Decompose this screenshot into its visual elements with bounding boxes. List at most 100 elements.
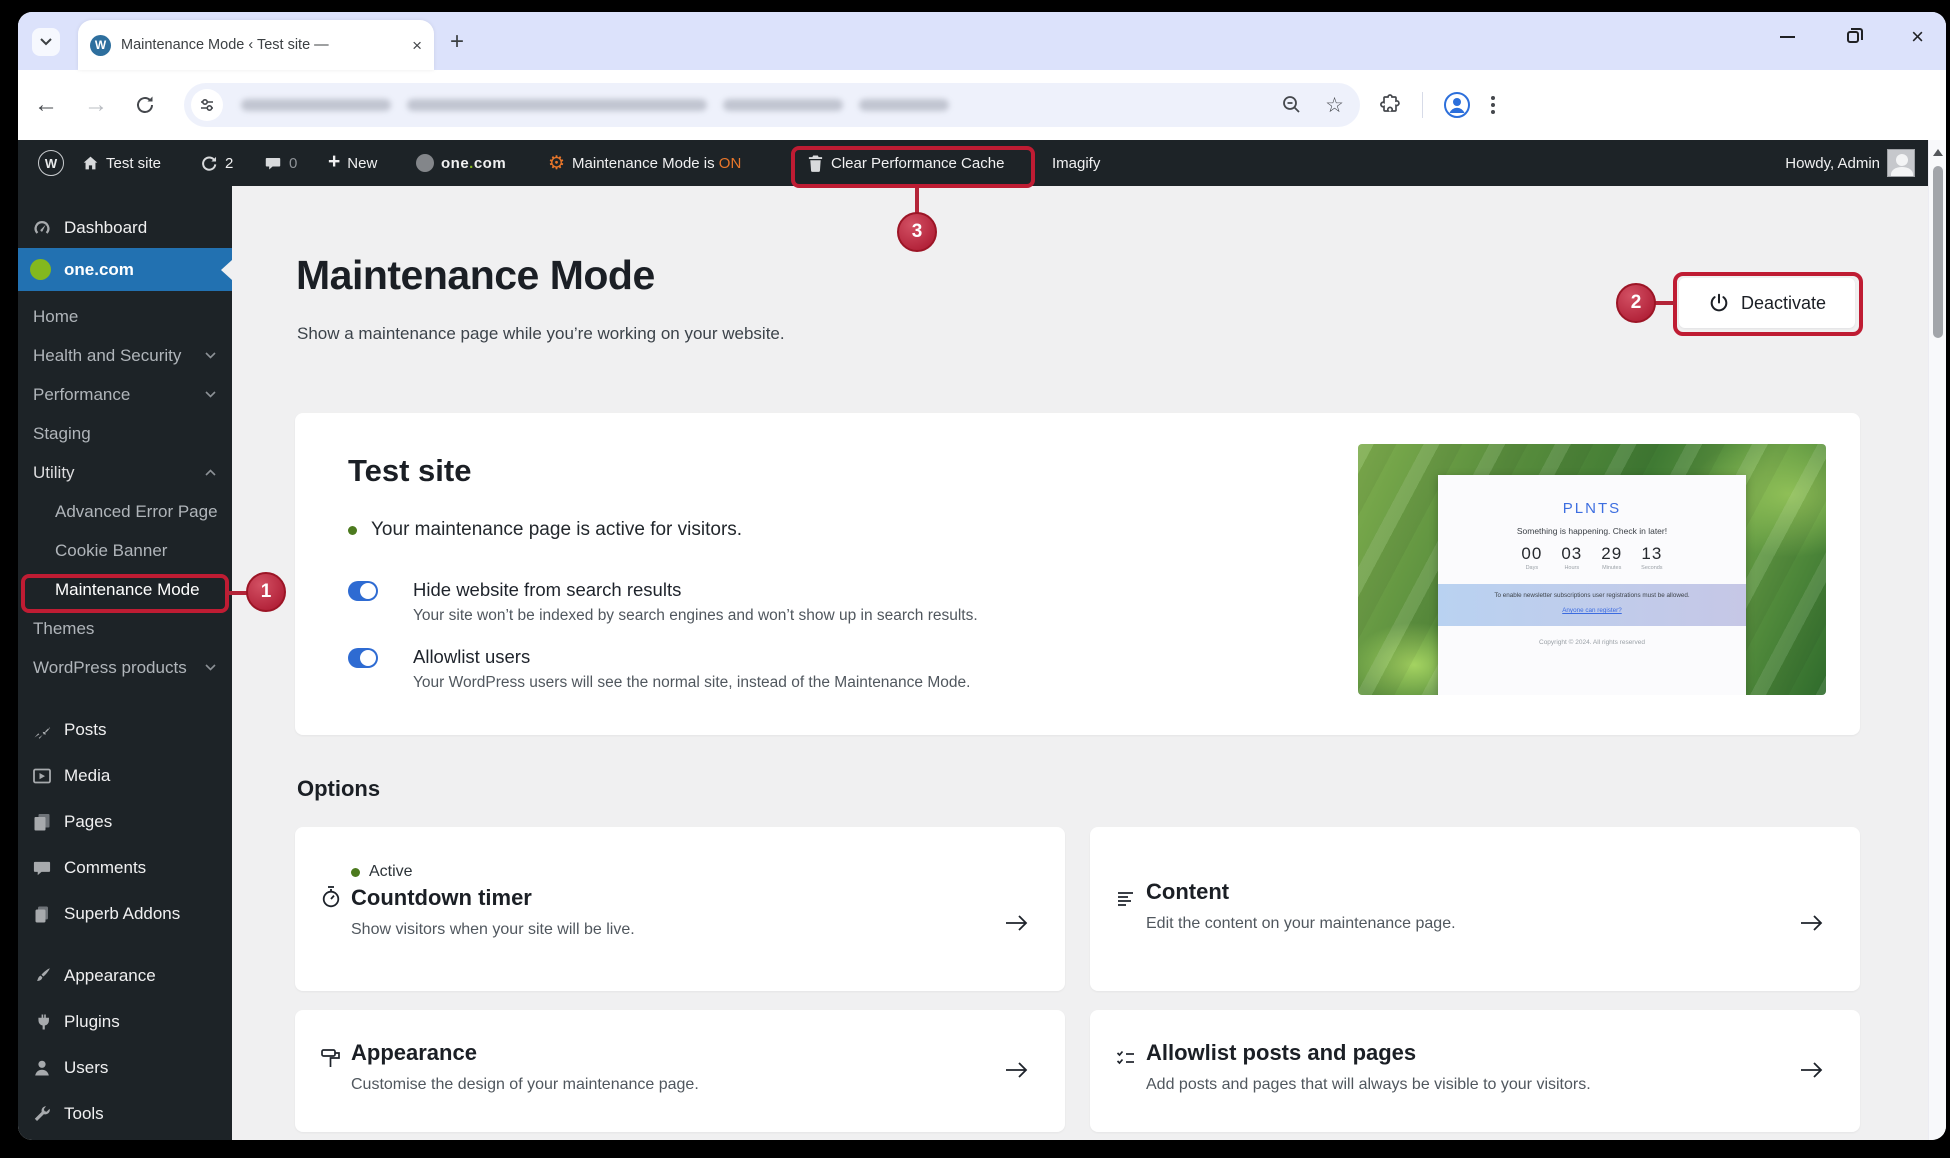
sidebar-item-comments[interactable]: Comments [18,845,232,891]
zoom-out-icon[interactable] [1281,94,1303,116]
new-tab-button[interactable]: + [450,30,464,54]
sidebar-item-pages[interactable]: Pages [18,799,232,845]
onecom-submenu: Home Health and Security Performance Sta… [18,291,232,691]
browser-toolbar: ← → [18,70,1946,140]
stopwatch-icon [319,885,343,909]
sidebar-item-health-security[interactable]: Health and Security [18,336,232,375]
address-bar[interactable]: ☆ [184,83,1360,127]
option-card-title: Countdown timer [351,885,532,911]
scrollbar-up-arrow[interactable] [1933,149,1943,156]
tab-close-icon[interactable]: × [412,37,422,54]
text-lines-icon [1114,887,1138,911]
page-title: Maintenance Mode [296,252,655,299]
option-card-description: Edit the content on your maintenance pag… [1146,915,1456,933]
sidebar-item-dashboard[interactable]: Dashboard [18,208,232,248]
active-dot-icon [348,526,357,535]
admin-bar-maintenance-status[interactable]: ⚙ Maintenance Mode is ON [548,140,741,186]
status-card: Test site Your maintenance page is activ… [295,413,1860,735]
toggle-row-hide-search: Hide website from search results Your si… [348,581,378,606]
annotation-step-2: 2 [1616,283,1656,323]
preview-copyright: Copyright © 2024. All rights reserved [1539,639,1645,646]
option-card-allowlist-posts[interactable]: Allowlist posts and pages Add posts and … [1090,1010,1860,1132]
admin-bar-updates[interactable]: 2 [200,140,233,186]
browser-tab[interactable]: W Maintenance Mode ‹ Test site — × [78,20,434,70]
clear-performance-cache-button[interactable]: Clear Performance Cache [807,140,1004,186]
sidebar-item-themes[interactable]: Themes [18,609,232,648]
sidebar-item-cookie-banner[interactable]: Cookie Banner [18,531,232,570]
sidebar-item-onecom-active[interactable]: one.com [18,248,232,291]
sidebar-item-performance[interactable]: Performance [18,375,232,414]
sidebar-item-users[interactable]: Users [18,1045,232,1091]
close-button[interactable]: × [1911,26,1924,48]
preview-banner: To enable newsletter subscriptions user … [1438,584,1747,626]
admin-bar-new[interactable]: + New [328,140,377,186]
admin-bar-imagify[interactable]: Imagify [1052,140,1100,186]
forward-button[interactable]: → [84,93,108,117]
back-button[interactable]: ← [34,93,58,117]
preview-countdown: 00Days 03Hours 29Minutes 13Seconds [1521,544,1662,571]
minimize-button[interactable] [1780,36,1795,38]
sidebar-item-advanced-error-page[interactable]: Advanced Error Page [18,492,232,531]
sidebar-item-maintenance-mode[interactable]: Maintenance Mode [18,570,232,609]
status-card-title: Test site [348,453,471,489]
comments-icon [264,155,282,172]
home-icon [82,155,99,171]
addons-icon [32,904,52,924]
sidebar-item-media[interactable]: Media [18,753,232,799]
pushpin-icon [32,720,52,740]
sidebar-item-plugins[interactable]: Plugins [18,999,232,1045]
active-badge: Active [351,863,413,881]
toggle-description: Your WordPress users will see the normal… [413,674,970,692]
maintenance-page-preview: PLNTS Something is happening. Check in l… [1358,444,1826,695]
window-controls: × [1780,26,1924,48]
option-card-countdown-timer[interactable]: Active Countdown timer Show visitors whe… [295,827,1065,991]
annotation-connector-3 [915,188,919,214]
sidebar-item-utility[interactable]: Utility [18,453,232,492]
sidebar-item-posts[interactable]: Posts [18,707,232,753]
site-settings-button[interactable] [191,89,223,121]
admin-bar-onecom[interactable]: one.com [416,140,506,186]
arrow-right-icon [1798,1058,1826,1082]
admin-bar-site-name[interactable]: Test site [82,140,161,186]
option-card-appearance[interactable]: Appearance Customise the design of your … [295,1010,1065,1132]
comment-bubble-icon [32,859,52,878]
browser-menu-icon[interactable] [1491,96,1495,114]
sidebar-item-staging[interactable]: Staging [18,414,232,453]
allowlist-users-toggle[interactable] [348,648,378,668]
hide-search-toggle[interactable] [348,581,378,601]
wp-admin-bar: W Test site 2 0 [18,140,1928,186]
admin-bar-comments[interactable]: 0 [264,140,297,186]
toggle-row-allowlist-users: Allowlist users Your WordPress users wil… [348,648,378,673]
sidebar-item-home[interactable]: Home [18,297,232,336]
paint-roller-icon [319,1046,343,1070]
tab-search-button[interactable] [32,28,60,56]
media-icon [32,766,52,786]
sidebar-item-wordpress-products[interactable]: WordPress products [18,648,232,687]
scrollbar-thumb[interactable] [1933,166,1943,338]
bookmark-star-icon[interactable]: ☆ [1325,95,1344,116]
sidebar-item-tools[interactable]: Tools [18,1091,232,1137]
option-card-description: Show visitors when your site will be liv… [351,921,635,939]
sidebar-item-superb-addons[interactable]: Superb Addons [18,891,232,937]
reload-button[interactable] [134,94,156,116]
extensions-icon[interactable] [1378,93,1402,117]
page-scrollbar[interactable] [1928,140,1946,1140]
option-card-content[interactable]: Content Edit the content on your mainten… [1090,827,1860,991]
admin-bar-account[interactable]: Howdy, Admin [1785,140,1915,186]
preview-inner-card: PLNTS Something is happening. Check in l… [1438,475,1747,695]
chevron-down-icon [205,352,216,359]
annotation-step-1: 1 [246,572,286,612]
chevron-up-icon [205,469,216,476]
deactivate-button[interactable]: Deactivate [1679,278,1855,328]
arrow-right-icon [1003,911,1031,935]
pages-icon [32,812,52,832]
paintbrush-icon [32,966,52,986]
option-card-title: Appearance [351,1040,477,1066]
active-item-notch [221,260,232,280]
sidebar-item-appearance[interactable]: Appearance [18,953,232,999]
restore-button[interactable] [1847,31,1859,43]
wp-sidebar: Dashboard one.com Home Health and Securi… [18,186,232,1140]
admin-avatar [1887,149,1915,177]
profile-avatar-icon[interactable] [1443,91,1471,119]
wp-logo-menu[interactable]: W [38,140,64,186]
